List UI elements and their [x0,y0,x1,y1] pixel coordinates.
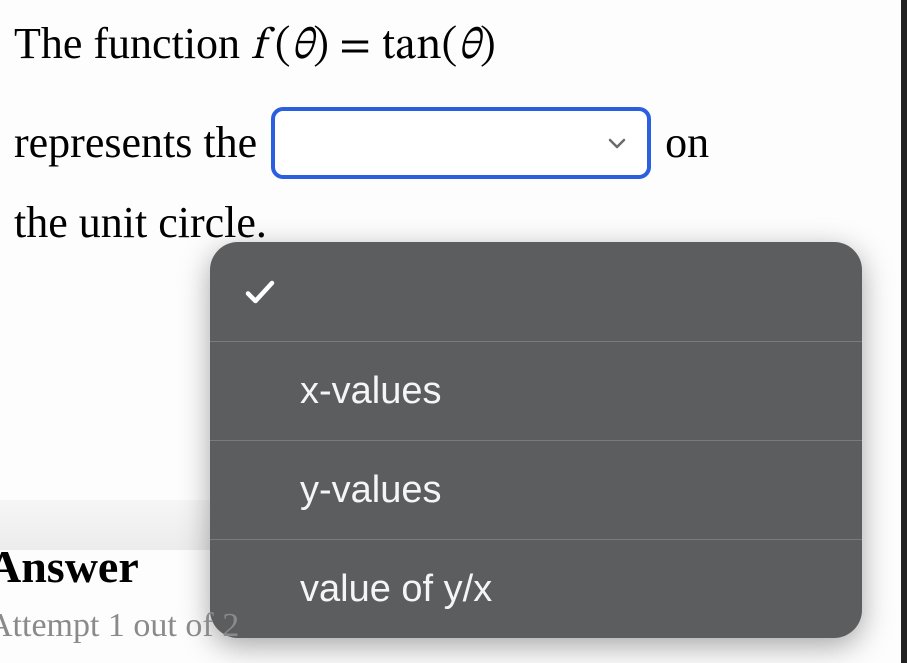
answer-select[interactable] [271,107,651,179]
dropdown-option-label: value of y/x [300,568,492,611]
question-prefix: The function [14,19,251,68]
check-icon [242,274,278,310]
dropdown-option-blank[interactable] [210,242,862,341]
question-line-2: represents the on [14,107,887,179]
text-after-select: on [665,109,709,177]
dropdown-option-value-of-y-over-x[interactable]: value of y/x [210,539,862,638]
chevron-down-icon [605,131,629,155]
answer-section: Answer Attempt 1 out of 2 [0,540,288,645]
attempt-counter: Attempt 1 out of 2 [0,607,288,645]
text-before-select: represents the [14,109,257,177]
dropdown-option-x-values[interactable]: x-values [210,341,862,440]
select-dropdown: x-values y-values value of y/x [210,242,862,638]
question-line-1: The function f (θ) = tan(θ) [14,10,887,81]
question-block: The function f (θ) = tan(θ) represents t… [0,0,907,257]
dropdown-option-label: x-values [300,370,442,413]
dropdown-option-y-values[interactable]: y-values [210,440,862,539]
math-expression: f (θ) = tan(θ) [251,25,496,69]
dropdown-option-label: y-values [300,469,442,512]
answer-heading: Answer [0,540,288,593]
